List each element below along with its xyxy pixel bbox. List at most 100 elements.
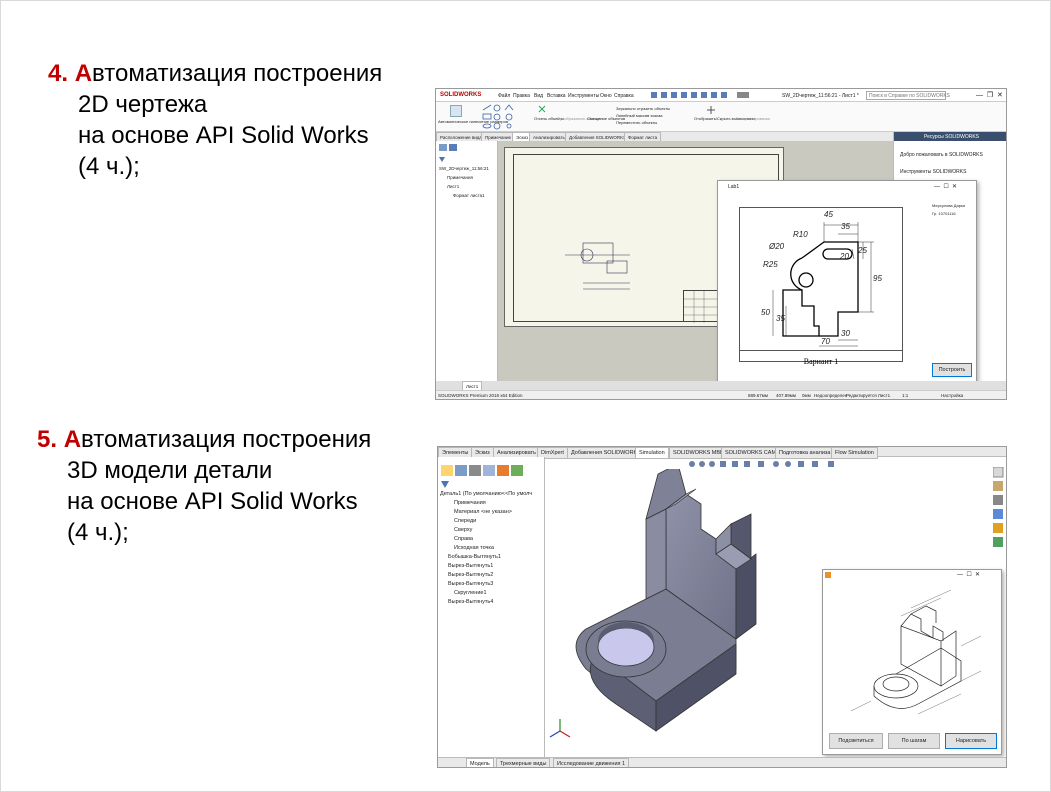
tree-top-plane[interactable]: Сверху [440, 526, 532, 535]
dim-95: 95 [873, 274, 882, 283]
part-3d-model [575, 469, 757, 732]
tree-cut-extrude-4[interactable]: Вырез-Вытянуть4 [440, 598, 532, 607]
menu-window[interactable]: Окно [600, 93, 612, 99]
menu-edit[interactable]: Правка [513, 93, 530, 99]
screenshot-3d-model: Элементы Эскиз Анализировать DimXpert До… [437, 446, 1007, 768]
item-5-line-3: на основе API Solid Works [67, 488, 358, 515]
panel-tab-icons-3d[interactable] [441, 465, 541, 477]
isometric-preview [850, 589, 982, 715]
tab-simulation[interactable]: Simulation [635, 447, 669, 459]
tab-addins-3d[interactable]: Добавления SOLIDWORKS [567, 447, 645, 459]
item-5-line-1: втоматизация построения [81, 426, 372, 453]
drawing-view [565, 242, 630, 290]
task-pane-icons[interactable] [993, 467, 1005, 557]
feature-tree-3d: Деталь1 (По умолчанию<<По умолч Примечан… [440, 490, 532, 607]
tree-cut-extrude-2[interactable]: Вырез-Вытянуть2 [440, 571, 532, 580]
axis-triad-icon [549, 719, 571, 738]
status-x: 889.67мм [748, 393, 768, 398]
menu-help[interactable]: Справка [614, 93, 634, 99]
quick-access-toolbar[interactable] [651, 92, 761, 99]
linear-pattern-label[interactable]: Линейный массив эскиза [616, 113, 663, 118]
status-scale: 1:1 [902, 393, 909, 398]
tab-model[interactable]: Модель [466, 758, 494, 767]
variant-row: Вариант 1 [740, 350, 902, 366]
search-input[interactable]: Поиск в Справке по SOLIDWORKS [866, 91, 950, 100]
dim-r25: R25 [763, 260, 778, 269]
tree-sheet[interactable]: Лист1 [439, 183, 489, 192]
tree-annotations[interactable]: Примечания [439, 174, 489, 183]
highlight-button[interactable]: Подсветиться [829, 733, 883, 749]
drawing-dialog: — ☐ ✕ Подсветиться По шагам Нарисовать [822, 569, 1002, 755]
auto-dims-icon[interactable] [450, 105, 462, 117]
item-4-text: 4. Автоматизация построения 2D чертежа н… [48, 58, 382, 182]
sketch-tools-icon[interactable] [481, 104, 533, 130]
window-controls[interactable]: — ❐ ✕ [976, 91, 1003, 99]
dim-30: 30 [841, 329, 850, 338]
filter-icon-3d[interactable] [441, 481, 449, 488]
dim-35-left: 35 [776, 314, 785, 323]
item-4-line-2: 2D чертежа [78, 91, 208, 118]
relations-icon[interactable] [706, 105, 716, 115]
menu-tools[interactable]: Инструменты [568, 93, 599, 99]
tab-flow-simulation[interactable]: Flow Simulation [831, 447, 878, 459]
feature-tree-panel: SW_2Dчертеж_11:56:21 Примечания Лист1 Фо… [436, 141, 498, 381]
feature-manager: Деталь1 (По умолчанию<<По умолч Примечан… [438, 457, 545, 757]
item-5-text: 5. Автоматизация построения 3D модели де… [37, 424, 371, 548]
quick-snaps-label[interactable]: Быстрое привязки [736, 116, 770, 121]
dim-70: 70 [821, 337, 830, 346]
screenshot-2d-drawing: SOLIDWORKS Файл Правка Вид Вставка Инстр… [435, 88, 1007, 400]
tree-origin[interactable]: Исходная точка [440, 544, 532, 553]
command-manager: Автоматическое нанесение размеров Отсечь… [436, 102, 1006, 132]
status-bar: SOLIDWORKS Premium 2018 x64 Edition 889.… [436, 390, 1006, 399]
menu-insert[interactable]: Вставка [547, 93, 566, 99]
dim-r10: R10 [793, 230, 808, 239]
status-settings[interactable]: Настройка [941, 393, 963, 398]
view-toolbar[interactable] [688, 460, 868, 468]
command-tabs-3d: Элементы Эскиз Анализировать DimXpert До… [438, 447, 1006, 459]
filter-icon[interactable] [439, 157, 445, 162]
search-placeholder: Поиск в Справке по SOLIDWORKS [869, 93, 951, 99]
task-pane-header: Ресурсы SOLIDWORKS [894, 132, 1006, 141]
tree-sheet-format[interactable]: Формат листа1 [439, 192, 489, 201]
panel-tab-icons[interactable] [439, 144, 463, 152]
tree-cut-extrude-1[interactable]: Вырез-Вытянуть1 [440, 562, 532, 571]
tree-root[interactable]: SW_2Dчертеж_11:56:21 [439, 165, 489, 174]
tree-right-plane[interactable]: Справа [440, 535, 532, 544]
item-4-line-1: втоматизация построения [92, 60, 383, 87]
tree-front-plane[interactable]: Спереди [440, 517, 532, 526]
item-5-initial: А [63, 426, 82, 453]
tree-part[interactable]: Деталь1 (По умолчанию<<По умолч [440, 490, 532, 499]
dialog-window-controls[interactable]: — ☐ ✕ [934, 183, 957, 190]
tree-boss-extrude-1[interactable]: Бобышка-Вытянуть1 [440, 553, 532, 562]
dialog-window-controls-3d[interactable]: — ☐ ✕ [957, 571, 980, 578]
draw-button[interactable]: Нарисовать [945, 733, 997, 749]
tree-cut-extrude-3[interactable]: Вырез-Вытянуть3 [440, 580, 532, 589]
tab-cam[interactable]: SOLIDWORKS CAM [721, 447, 781, 459]
move-label[interactable]: Переместить объекты [616, 120, 657, 125]
tab-3d-views[interactable]: Трехмерные виды [496, 758, 551, 767]
mirror-label[interactable]: Зеркально отразить объекты [616, 106, 670, 111]
item-4-initial: А [74, 60, 93, 87]
trim-icon[interactable] [538, 105, 546, 113]
status-edition: SOLIDWORKS Premium 2018 x64 Edition [438, 393, 523, 398]
tab-motion-study[interactable]: Исследование движения 1 [553, 758, 630, 767]
build-button[interactable]: Построить [932, 363, 972, 377]
author-name: Мерсулова Дарья [932, 203, 966, 208]
tree-annotations-3d[interactable]: Примечания [440, 499, 532, 508]
tools-link[interactable]: Инструменты SOLIDWORKS [900, 169, 966, 175]
status-editing: Редактируется Лист1 [846, 393, 891, 398]
tab-mbd[interactable]: SOLIDWORKS MBD [669, 447, 729, 459]
menu-view[interactable]: Вид [534, 93, 543, 99]
tab-analysis-prep[interactable]: Подготовка анализа [775, 447, 835, 459]
item-5-line-2: 3D модели детали [67, 457, 273, 484]
menu-file[interactable]: Файл [498, 93, 510, 99]
step-by-step-button[interactable]: По шагам [888, 733, 940, 749]
title-bar: SOLIDWORKS Файл Правка Вид Вставка Инстр… [436, 89, 1006, 102]
dialog-app-icon [825, 572, 831, 578]
tree-fillet-1[interactable]: Скругление1 [440, 589, 532, 598]
item-4-line-4: (4 ч.); [78, 153, 140, 180]
tree-material[interactable]: Материал <не указан> [440, 508, 532, 517]
dim-35-top: 35 [841, 222, 850, 231]
status-defined: Недоопределен [814, 393, 848, 398]
welcome-link[interactable]: Добро пожаловать в SOLIDWORKS [900, 152, 983, 158]
